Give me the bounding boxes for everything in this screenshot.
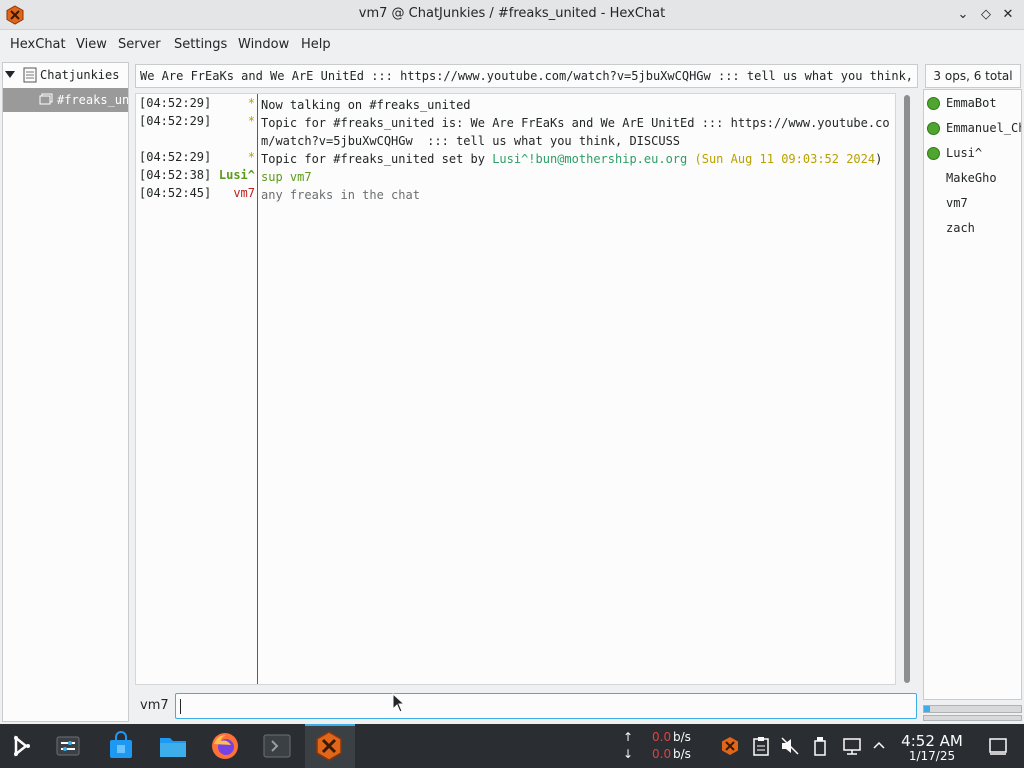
upload-speed-unit: b/s xyxy=(673,730,691,744)
message: Topic for #freaks_united is: We Are FrEa… xyxy=(261,116,890,148)
user-list-item[interactable]: EmmaBot xyxy=(924,92,1021,114)
tree-server-label: Chatjunkies xyxy=(40,68,120,82)
tree-channel-label: #freaks_uni xyxy=(57,93,128,107)
op-status-icon xyxy=(927,122,940,135)
menu-help[interactable]: Help xyxy=(301,37,331,52)
software-store-icon[interactable] xyxy=(105,730,137,762)
scrollbar-thumb[interactable] xyxy=(904,95,910,683)
nick-column-separator[interactable] xyxy=(257,94,258,684)
server-icon xyxy=(23,67,37,83)
file-manager-icon[interactable] xyxy=(157,730,189,762)
nick: * xyxy=(247,150,255,164)
nick[interactable]: vm7 xyxy=(233,186,255,200)
nick: * xyxy=(247,96,255,110)
message-text: Topic for #freaks_united set by xyxy=(261,152,493,166)
timestamp: [04:52:45] xyxy=(139,186,212,200)
menu-view[interactable]: View xyxy=(76,37,107,52)
terminal-icon[interactable] xyxy=(261,730,293,762)
topic-date: Sun Aug 11 09:03:52 2024 xyxy=(701,152,876,166)
user-name: Lusi^ xyxy=(946,146,983,160)
tray-expand-icon[interactable] xyxy=(872,739,886,751)
download-speed-unit: b/s xyxy=(673,747,691,761)
op-status-icon xyxy=(927,97,940,110)
system-settings-icon[interactable] xyxy=(52,730,84,762)
download-arrow-icon: ↓ xyxy=(623,747,634,761)
user-name: vm7 xyxy=(946,196,968,210)
user-list-item[interactable]: Emmanuel_Ch xyxy=(924,117,1021,139)
firefox-icon[interactable] xyxy=(209,730,241,762)
chat-log[interactable]: [04:52:29] * Now talking on #freaks_unit… xyxy=(135,93,896,685)
taskbar: ↑ ↓ 0.0 b/s 0.0 b/s 4:52 AM 1/17/25 xyxy=(0,724,1024,768)
menu-hexchat[interactable]: HexChat xyxy=(10,37,66,52)
expand-arrow-icon[interactable] xyxy=(5,71,15,79)
lag-meter xyxy=(923,705,1022,713)
tree-channel-row[interactable]: #freaks_uni xyxy=(3,88,128,112)
message-text: ) xyxy=(875,152,883,166)
message-input[interactable] xyxy=(175,693,917,719)
message-text: ( xyxy=(687,152,702,166)
upload-speed-value: 0.0 xyxy=(652,730,672,744)
channel-tree: Chatjunkies #freaks_uni xyxy=(2,62,129,722)
message: sup vm7 xyxy=(261,170,312,184)
user-name: EmmaBot xyxy=(946,96,997,110)
setter-hostmask[interactable]: Lusi^!bun@mothership.eu.org xyxy=(492,152,687,166)
upload-arrow-icon: ↑ xyxy=(623,730,634,744)
message: Topic for #freaks_united set by Lusi^!bu… xyxy=(261,150,893,168)
menu-settings[interactable]: Settings xyxy=(174,37,227,52)
message: Now talking on #freaks_united xyxy=(261,98,471,112)
chat-scrollbar[interactable] xyxy=(901,93,913,685)
clipboard-icon[interactable] xyxy=(752,736,770,756)
menu-window[interactable]: Window xyxy=(238,37,289,52)
removable-device-icon[interactable] xyxy=(813,736,827,756)
maximize-button[interactable]: ◇ xyxy=(976,5,996,25)
app-launcher-icon[interactable] xyxy=(6,730,38,762)
user-list-item[interactable]: MakeGho xyxy=(924,167,1021,189)
nick: * xyxy=(247,114,255,128)
close-button[interactable]: ✕ xyxy=(998,5,1018,25)
message: any freaks in the chat xyxy=(261,188,420,202)
window-title: vm7 @ ChatJunkies / #freaks_united - Hex… xyxy=(358,6,666,21)
menu-bar: HexChat View Server Settings Window Help xyxy=(0,31,1024,58)
user-list: EmmaBot Emmanuel_Ch Lusi^ MakeGho vm7 za… xyxy=(923,89,1022,700)
user-name: MakeGho xyxy=(946,171,997,185)
nick-button[interactable]: vm7 xyxy=(140,698,169,713)
timestamp: [04:52:29] xyxy=(139,114,212,128)
timestamp: [04:52:29] xyxy=(139,96,212,110)
minimize-button[interactable]: ⌄ xyxy=(953,5,973,25)
title-bar: vm7 @ ChatJunkies / #freaks_united - Hex… xyxy=(0,0,1024,30)
network-wired-icon[interactable] xyxy=(842,736,862,756)
volume-muted-icon[interactable] xyxy=(780,736,800,756)
mouse-pointer-icon xyxy=(392,693,404,713)
user-name: zach xyxy=(946,221,975,235)
text-caret xyxy=(180,699,181,714)
hexchat-tray-icon[interactable] xyxy=(720,736,740,756)
channel-chat-icon xyxy=(39,93,53,105)
user-list-item[interactable]: vm7 xyxy=(924,192,1021,214)
user-list-item[interactable]: Lusi^ xyxy=(924,142,1021,164)
throttle-meter xyxy=(923,715,1022,721)
user-count-label: 3 ops, 6 total xyxy=(925,64,1021,88)
nick[interactable]: Lusi^ xyxy=(219,168,255,182)
clock-date[interactable]: 1/17/25 xyxy=(896,749,968,763)
hexchat-taskbar-icon[interactable] xyxy=(313,730,345,762)
tree-server-row[interactable]: Chatjunkies xyxy=(3,63,128,87)
user-list-item[interactable]: zach xyxy=(924,217,1021,239)
clock-time[interactable]: 4:52 AM xyxy=(896,732,968,750)
timestamp: [04:52:38] xyxy=(139,168,212,182)
user-name: Emmanuel_Ch xyxy=(946,121,1021,135)
download-speed-value: 0.0 xyxy=(652,747,672,761)
timestamp: [04:52:29] xyxy=(139,150,212,164)
menu-server[interactable]: Server xyxy=(118,37,161,52)
show-desktop-icon[interactable] xyxy=(988,736,1008,756)
op-status-icon xyxy=(927,147,940,160)
lag-meter-fill xyxy=(924,706,930,712)
topic-bar[interactable]: We Are FrEaKs and We ArE UnitEd ::: http… xyxy=(135,64,918,88)
